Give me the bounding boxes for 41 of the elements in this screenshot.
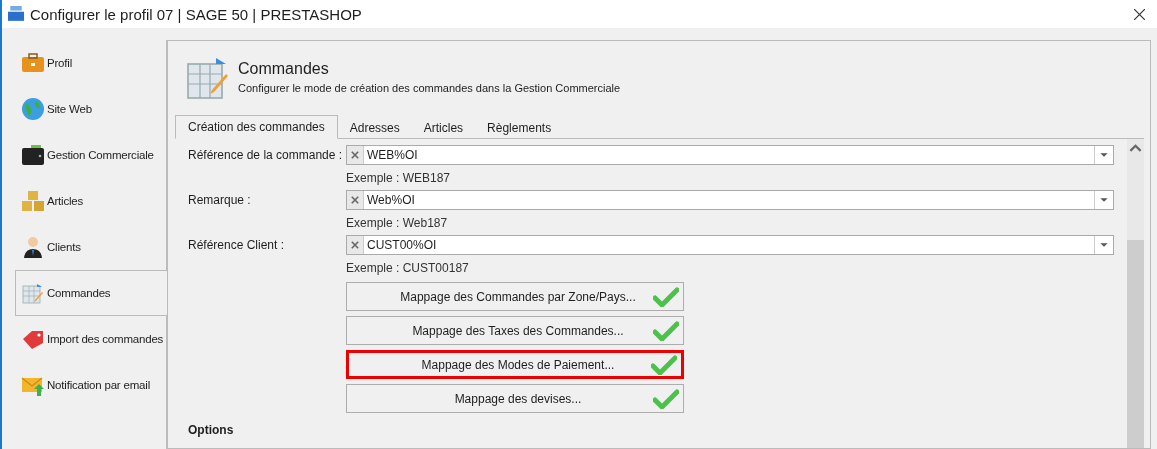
close-icon[interactable] [1134,8,1145,20]
window-title: Configurer le profil 07 | SAGE 50 | PRESTASHOP [30,5,363,23]
briefcase-icon [21,51,45,75]
options-heading: Options [188,423,235,437]
app-logo-icon [8,6,24,22]
scrollbar[interactable] [1127,139,1144,448]
sidebar-item[interactable]: Articles [15,178,167,224]
section-description: Configurer le mode de création des commandes dans la Gestion Commerciale [238,82,621,94]
section-title: Commandes [238,60,330,78]
sidebar-item[interactable]: Gestion Commerciale [15,132,167,178]
tab[interactable]: Adresses [337,118,412,138]
sidebar-item[interactable]: Import des commandes [15,316,167,362]
mapping-button[interactable]: Mappage des Taxes des Commandes... [346,316,684,345]
clear-icon[interactable] [347,191,364,209]
sidebar-item[interactable]: Commandes [15,270,167,316]
clear-icon[interactable] [347,146,364,164]
tab[interactable]: Création des commandes [175,115,338,139]
tab[interactable]: Règlements [475,118,564,138]
mapping-button[interactable]: Mappage des Modes de Paiement... [346,350,684,379]
example-text: Exemple : WEB187 [346,170,452,187]
mapping-button[interactable]: Mappage des Commandes par Zone/Pays... [346,282,684,311]
sidebar-item[interactable]: Profil [15,40,167,86]
dropdown-field[interactable]: WEB%OI [346,145,1114,165]
sidebar-item[interactable]: Clients [15,224,167,270]
boxes-icon [21,189,45,213]
example-text: Exemple : CUST00187 [346,260,470,277]
wallet-icon [21,143,45,167]
dropdown-field[interactable]: Web%OI [346,190,1114,210]
mapping-button[interactable]: Mappage des devises... [346,384,684,413]
example-text: Exemple : Web187 [346,215,449,232]
field-label: Référence de la commande : [188,147,344,164]
tab[interactable]: Articles [411,118,476,138]
sidebar-item[interactable]: Notification par email [15,362,167,408]
sidebar-item[interactable]: Site Web [15,86,167,132]
field-label: Référence Client : [188,237,286,254]
field-label: Remarque : [188,192,252,209]
person-icon [21,235,45,259]
table-pencil-icon [21,281,45,305]
globe-icon [21,97,45,121]
dropdown-field[interactable]: CUST00%OI [346,235,1114,255]
clear-icon[interactable] [347,236,364,254]
